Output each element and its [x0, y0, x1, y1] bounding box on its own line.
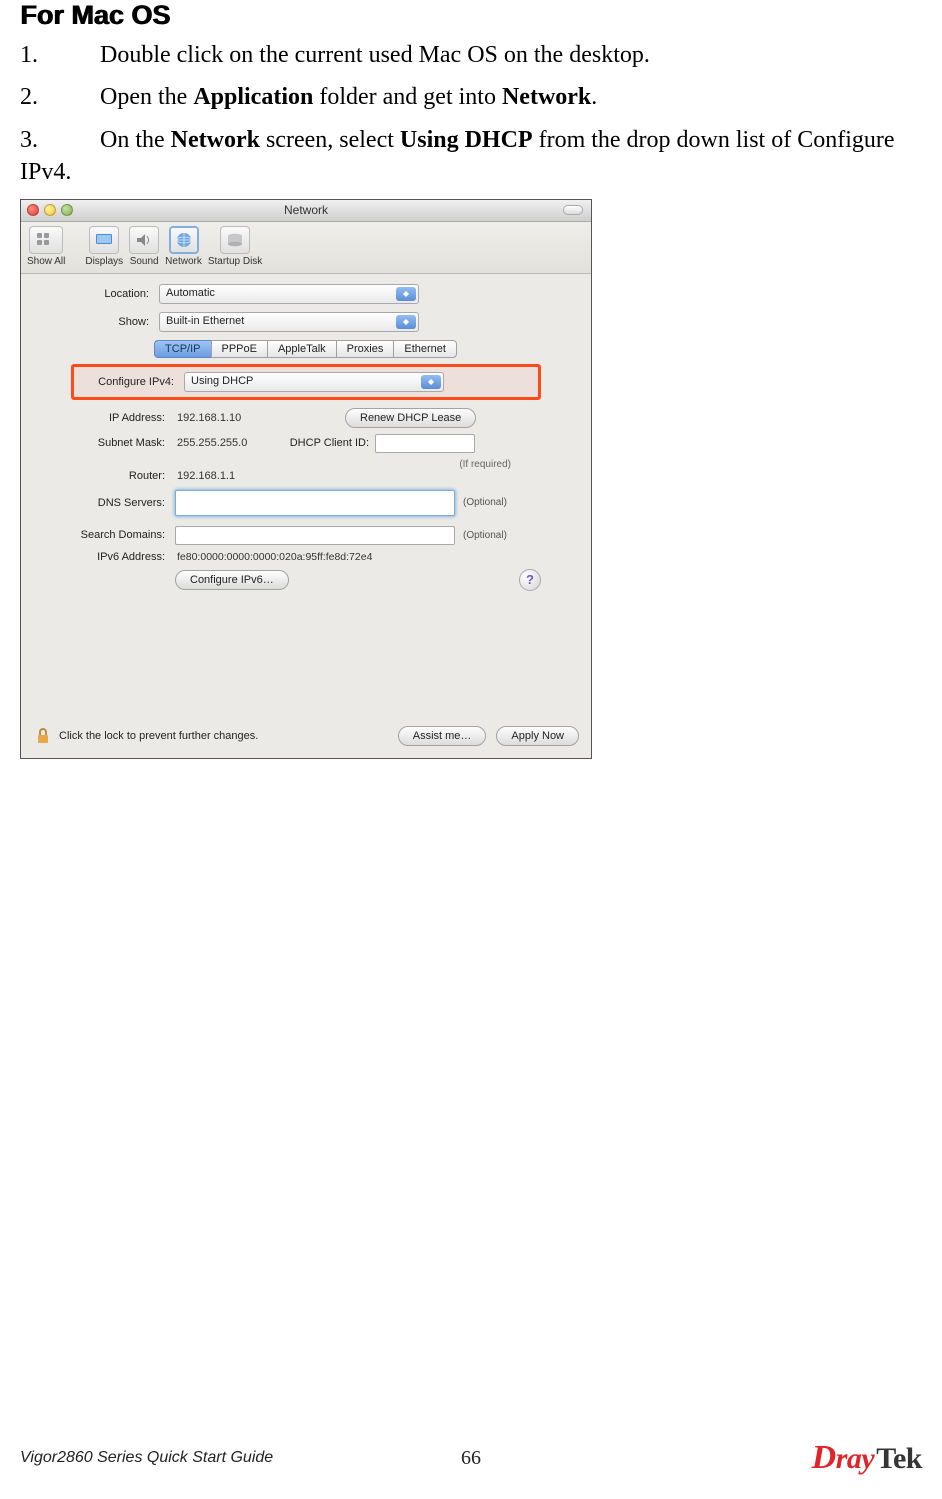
step-2-bold-net: Network: [502, 84, 591, 110]
toolbar-show-all-label: Show All: [27, 256, 65, 267]
footer-guide-title: Vigor2860 Series Quick Start Guide: [20, 1449, 273, 1467]
toolbar-network[interactable]: Network: [165, 226, 202, 267]
ipv6-address-label: IPv6 Address:: [71, 551, 175, 563]
apply-now-button[interactable]: Apply Now: [496, 726, 579, 746]
toolbar-displays-label: Displays: [85, 256, 123, 267]
chevron-updown-icon: [396, 315, 416, 329]
assist-me-button[interactable]: Assist me…: [398, 726, 487, 746]
zoom-icon[interactable]: [61, 204, 73, 216]
location-select[interactable]: Automatic: [159, 284, 419, 304]
tab-proxies[interactable]: Proxies: [336, 340, 395, 358]
dns-servers-input[interactable]: [175, 490, 455, 516]
sound-icon: [129, 226, 159, 254]
tab-ethernet[interactable]: Ethernet: [393, 340, 457, 358]
chevron-updown-icon: [396, 287, 416, 301]
traffic-lights[interactable]: [27, 204, 73, 216]
search-domains-label: Search Domains:: [71, 529, 175, 541]
if-required-note: (If required): [459, 459, 511, 470]
dhcp-client-id-input[interactable]: [375, 434, 475, 453]
step-1-text: Double click on the current used Mac OS …: [100, 42, 650, 68]
ipv6-address-value: fe80:0000:0000:0000:020a:95ff:fe8d:72e4: [175, 551, 372, 563]
step-1: 1.Double click on the current used Mac O…: [20, 39, 922, 71]
step-3-bold-dhcp: Using DHCP: [400, 127, 533, 153]
tab-appletalk[interactable]: AppleTalk: [267, 340, 337, 358]
toolbar-startup-disk[interactable]: Startup Disk: [208, 226, 262, 267]
step-3-text-a: On the: [100, 127, 171, 153]
subnet-mask-label: Subnet Mask:: [71, 437, 175, 449]
tab-bar: TCP/IP PPPoE AppleTalk Proxies Ethernet: [41, 340, 571, 358]
step-2-bold-app: Application: [193, 84, 313, 110]
ip-address-value: 192.168.1.10: [175, 412, 345, 424]
step-1-num: 1.: [20, 39, 100, 71]
step-2-text-c: folder and get into: [313, 84, 502, 110]
show-select[interactable]: Built-in Ethernet: [159, 312, 419, 332]
location-label: Location:: [41, 288, 159, 300]
window-title: Network: [284, 203, 328, 217]
show-value: Built-in Ethernet: [166, 312, 244, 331]
toolbar-sound[interactable]: Sound: [129, 226, 159, 267]
toolbar-toggle-icon[interactable]: [563, 205, 583, 215]
step-3-text-c: screen, select: [260, 127, 400, 153]
router-label: Router:: [71, 470, 175, 482]
tab-pppoe[interactable]: PPPoE: [211, 340, 268, 358]
brand-tek: Tek: [876, 1442, 922, 1475]
configure-ipv4-select[interactable]: Using DHCP: [184, 372, 444, 392]
step-2-text-e: .: [591, 84, 597, 110]
subnet-mask-value: 255.255.255.0: [175, 437, 285, 449]
network-icon: [169, 226, 199, 254]
window-titlebar: Network: [21, 200, 591, 222]
toolbar-network-label: Network: [165, 256, 202, 267]
renew-dhcp-button[interactable]: Renew DHCP Lease: [345, 408, 476, 428]
brand-ray: ray: [836, 1442, 875, 1475]
startup-disk-icon: [220, 226, 250, 254]
displays-icon: [89, 226, 119, 254]
toolbar-displays[interactable]: Displays: [85, 226, 123, 267]
step-2-text-a: Open the: [100, 84, 193, 110]
lock-text: Click the lock to prevent further change…: [59, 730, 258, 742]
highlight-configure-ipv4: Configure IPv4: Using DHCP: [71, 364, 541, 400]
toolbar-sound-label: Sound: [130, 256, 159, 267]
search-domains-input[interactable]: [175, 526, 455, 545]
brand-d: D: [812, 1439, 836, 1476]
search-optional-note: (Optional): [463, 530, 507, 541]
tab-tcpip[interactable]: TCP/IP: [154, 340, 211, 358]
dhcp-client-id-label: DHCP Client ID:: [285, 437, 375, 449]
toolbar-show-all[interactable]: Show All: [27, 226, 65, 267]
brand-logo: DrayTek: [812, 1439, 922, 1477]
configure-ipv6-button[interactable]: Configure IPv6…: [175, 570, 289, 590]
configure-ipv4-label: Configure IPv4:: [80, 376, 184, 388]
section-heading: For Mac OS: [20, 0, 922, 31]
step-3-bold-net: Network: [171, 127, 260, 153]
step-3: 3.On the Network screen, select Using DH…: [20, 124, 922, 189]
toolbar-startup-disk-label: Startup Disk: [208, 256, 262, 267]
step-3-num: 3.: [20, 124, 100, 156]
router-value: 192.168.1.1: [175, 470, 235, 482]
ip-address-label: IP Address:: [71, 412, 175, 424]
screenshot-network-prefpane: Network Show All Displays Sou: [20, 199, 592, 759]
close-icon[interactable]: [27, 204, 39, 216]
dns-optional-note: (Optional): [463, 497, 507, 508]
lock-icon[interactable]: [33, 726, 53, 746]
minimize-icon[interactable]: [44, 204, 56, 216]
footer-page-number: 66: [461, 1447, 481, 1470]
chevron-updown-icon: [421, 375, 441, 389]
step-list: 1.Double click on the current used Mac O…: [20, 39, 922, 189]
step-2: 2.Open the Application folder and get in…: [20, 81, 922, 113]
help-button[interactable]: ?: [519, 569, 541, 591]
show-label: Show:: [41, 316, 159, 328]
configure-ipv4-value: Using DHCP: [191, 372, 253, 391]
page-footer: Vigor2860 Series Quick Start Guide 66 Dr…: [20, 1439, 922, 1477]
step-2-num: 2.: [20, 81, 100, 113]
location-value: Automatic: [166, 284, 215, 303]
show-all-icon: [29, 226, 63, 254]
dns-servers-label: DNS Servers:: [71, 497, 175, 509]
prefs-toolbar: Show All Displays Sound Network: [21, 222, 591, 274]
